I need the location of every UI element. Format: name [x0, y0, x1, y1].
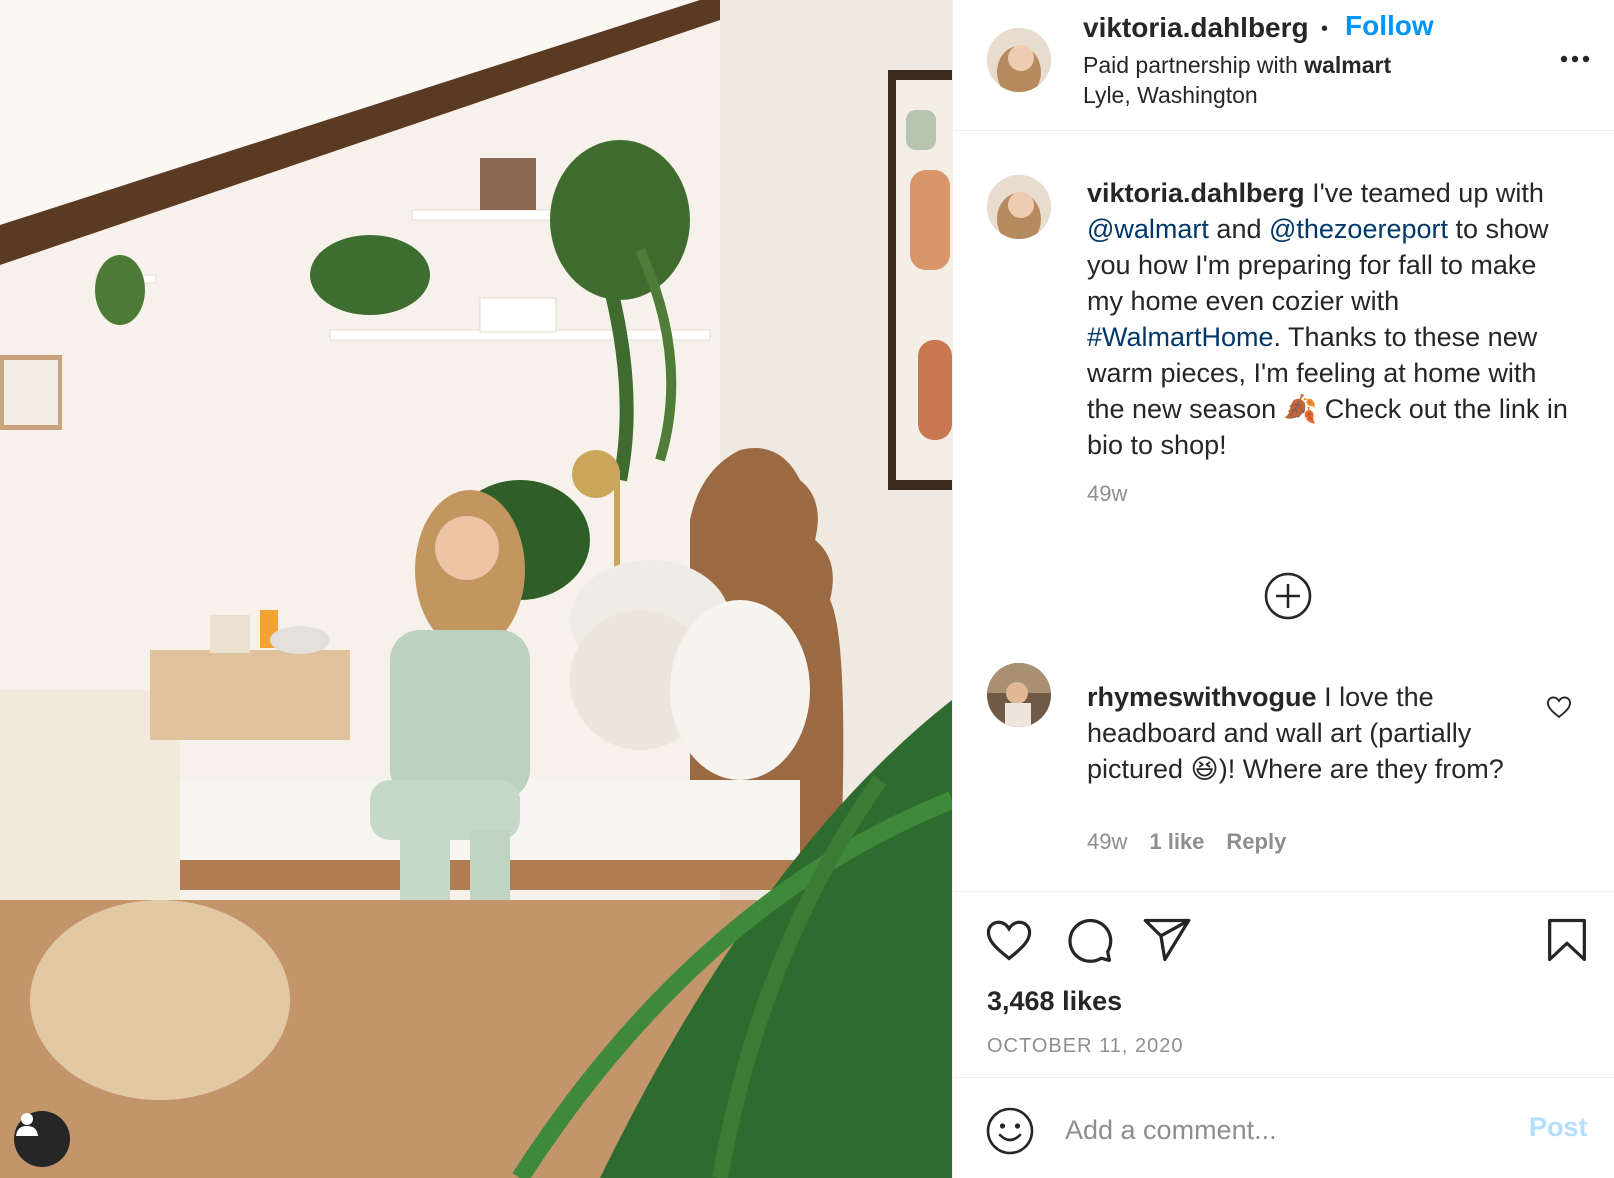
heart-icon — [986, 920, 1032, 961]
comment-button[interactable] — [1063, 914, 1115, 966]
comment-input[interactable] — [1065, 1104, 1485, 1156]
load-more-comments-button[interactable] — [1263, 571, 1313, 621]
save-button[interactable] — [1541, 914, 1593, 966]
bookmark-icon — [1548, 918, 1586, 962]
comment-like-button[interactable] — [1545, 693, 1573, 721]
paid-partnership-label: Paid partnership with walmart — [1083, 52, 1391, 79]
comment-username[interactable]: rhymeswithvogue — [1087, 682, 1317, 712]
send-icon — [1143, 918, 1191, 962]
post-actions: 3,468 likes OCTOBER 11, 2020 — [953, 891, 1614, 1078]
hashtag-walmarthome[interactable]: #WalmartHome — [1087, 322, 1274, 352]
post-date[interactable]: OCTOBER 11, 2020 — [987, 1035, 1183, 1058]
post-photo[interactable] — [0, 0, 952, 1178]
follow-separator: • — [1321, 18, 1329, 40]
more-options-icon — [1560, 55, 1590, 63]
post-comment-button[interactable]: Post — [1529, 1112, 1588, 1143]
mention-thezoereport[interactable]: @thezoereport — [1269, 214, 1448, 244]
like-button[interactable] — [983, 914, 1035, 966]
profile-photo-icon — [987, 28, 1051, 92]
comment: rhymeswithvogue I love the headboard and… — [1087, 679, 1527, 787]
comments-list[interactable]: viktoria.dahlberg I've teamed up with @w… — [953, 131, 1614, 891]
caption-text-part: and — [1208, 214, 1269, 244]
share-button[interactable] — [1141, 914, 1193, 966]
heart-icon — [1546, 696, 1572, 719]
comment-meta: 49w 1 like Reply — [1087, 829, 1286, 855]
caption-text-part: I've teamed up with — [1304, 178, 1544, 208]
bedroom-photo-illustration — [0, 0, 952, 1178]
commenter-avatar[interactable] — [987, 663, 1051, 727]
post-header: viktoria.dahlberg • Follow Paid partners… — [953, 0, 1614, 131]
location-link[interactable]: Lyle, Washington — [1083, 82, 1258, 109]
load-more-comments-icon — [1264, 572, 1312, 620]
comment-age[interactable]: 49w — [1087, 829, 1127, 854]
mention-walmart[interactable]: @walmart — [1087, 214, 1209, 244]
caption-avatar[interactable] — [987, 175, 1051, 239]
like-count[interactable]: 3,468 likes — [987, 986, 1122, 1017]
add-comment-bar: Post — [953, 1078, 1614, 1178]
caption-username[interactable]: viktoria.dahlberg — [1087, 178, 1305, 208]
follow-button[interactable]: Follow — [1345, 10, 1434, 42]
comment-like-count[interactable]: 1 like — [1149, 829, 1204, 854]
emoji-icon — [986, 1107, 1034, 1155]
comment-icon — [1068, 918, 1113, 963]
avatar[interactable] — [987, 28, 1051, 92]
user-icon — [16, 1113, 38, 1136]
post-side-panel: viktoria.dahlberg • Follow Paid partners… — [952, 0, 1614, 1178]
caption: viktoria.dahlberg I've teamed up with @w… — [1087, 175, 1577, 463]
partner-link[interactable]: walmart — [1304, 52, 1391, 78]
header-username[interactable]: viktoria.dahlberg — [1083, 12, 1309, 44]
reply-button[interactable]: Reply — [1226, 829, 1286, 854]
more-options-button[interactable] — [1555, 42, 1595, 76]
profile-photo-icon — [987, 663, 1051, 727]
caption-age[interactable]: 49w — [1087, 481, 1127, 507]
user-tags-button[interactable] — [14, 1111, 70, 1167]
profile-photo-icon — [987, 175, 1051, 239]
emoji-button[interactable] — [985, 1106, 1035, 1156]
partnership-prefix: Paid partnership with — [1083, 52, 1298, 78]
